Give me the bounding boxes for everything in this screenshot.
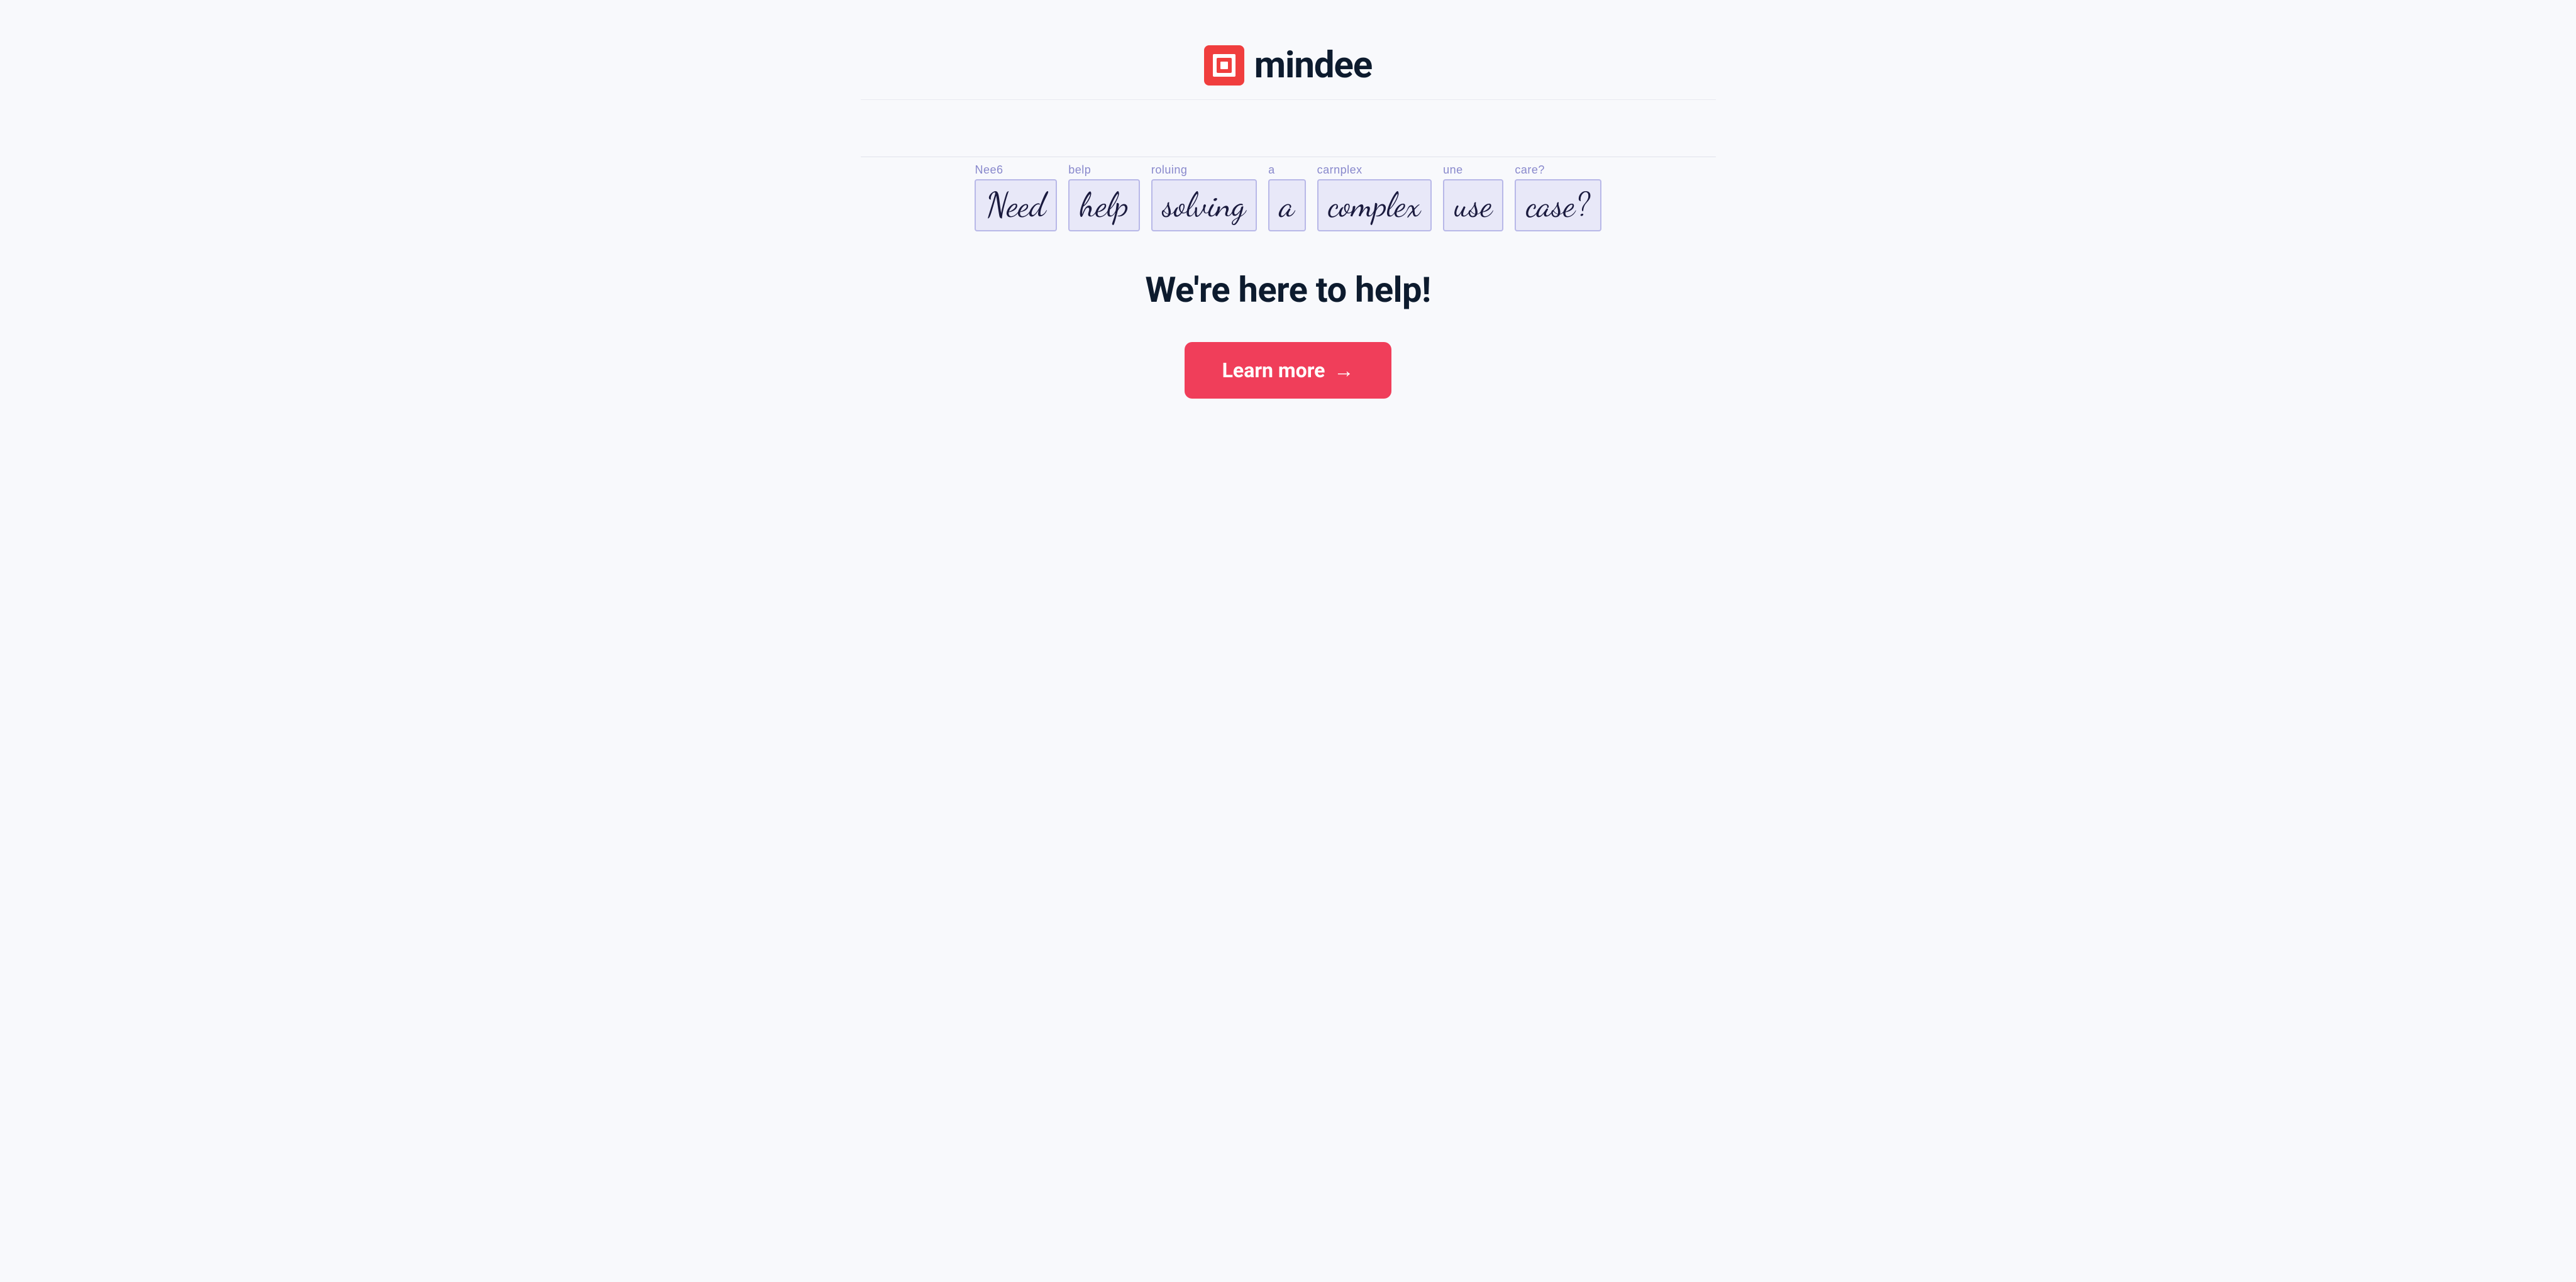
word-group: une use [1443, 163, 1503, 231]
learn-more-button[interactable]: Learn more → [1185, 342, 1392, 399]
word-group: belp help [1068, 163, 1140, 231]
handwritten-word: a [1268, 179, 1306, 231]
logo-container: mindee [1204, 44, 1372, 87]
word-group: roluing solving [1151, 163, 1257, 231]
ocr-label: care? [1515, 163, 1545, 177]
ocr-label: belp [1068, 163, 1091, 177]
handwritten-word: help [1068, 179, 1140, 231]
handwritten-word: Need [975, 179, 1057, 231]
ocr-label: Nee6 [975, 163, 1003, 177]
handwritten-word: complex [1317, 179, 1432, 231]
ocr-label: roluing [1151, 163, 1188, 177]
logo-text: mindee [1254, 44, 1372, 87]
word-group: aa [1268, 163, 1306, 231]
handwriting-section: Nee6Needbelphelproluingsolvingaacarnplex… [975, 163, 1601, 231]
ocr-label: une [1443, 163, 1463, 177]
word-group: care? case? [1515, 163, 1601, 231]
page-container: mindee Nee6Needbelphelproluingsolvingaac… [848, 0, 1728, 436]
ocr-label: carnplex [1317, 163, 1363, 177]
mindee-logo-icon [1204, 45, 1244, 86]
header: mindee [861, 25, 1716, 100]
arrow-icon: → [1334, 358, 1354, 382]
word-group: carnplex complex [1317, 163, 1432, 231]
ocr-label: a [1268, 163, 1275, 177]
cta-label: Learn more [1222, 358, 1325, 382]
handwritten-word: solving [1151, 179, 1257, 231]
word-group: Nee6 Need [975, 163, 1057, 231]
subtitle: We're here to help! [1145, 269, 1430, 311]
handwritten-word: use [1443, 179, 1503, 231]
handwritten-word: case? [1515, 179, 1601, 231]
